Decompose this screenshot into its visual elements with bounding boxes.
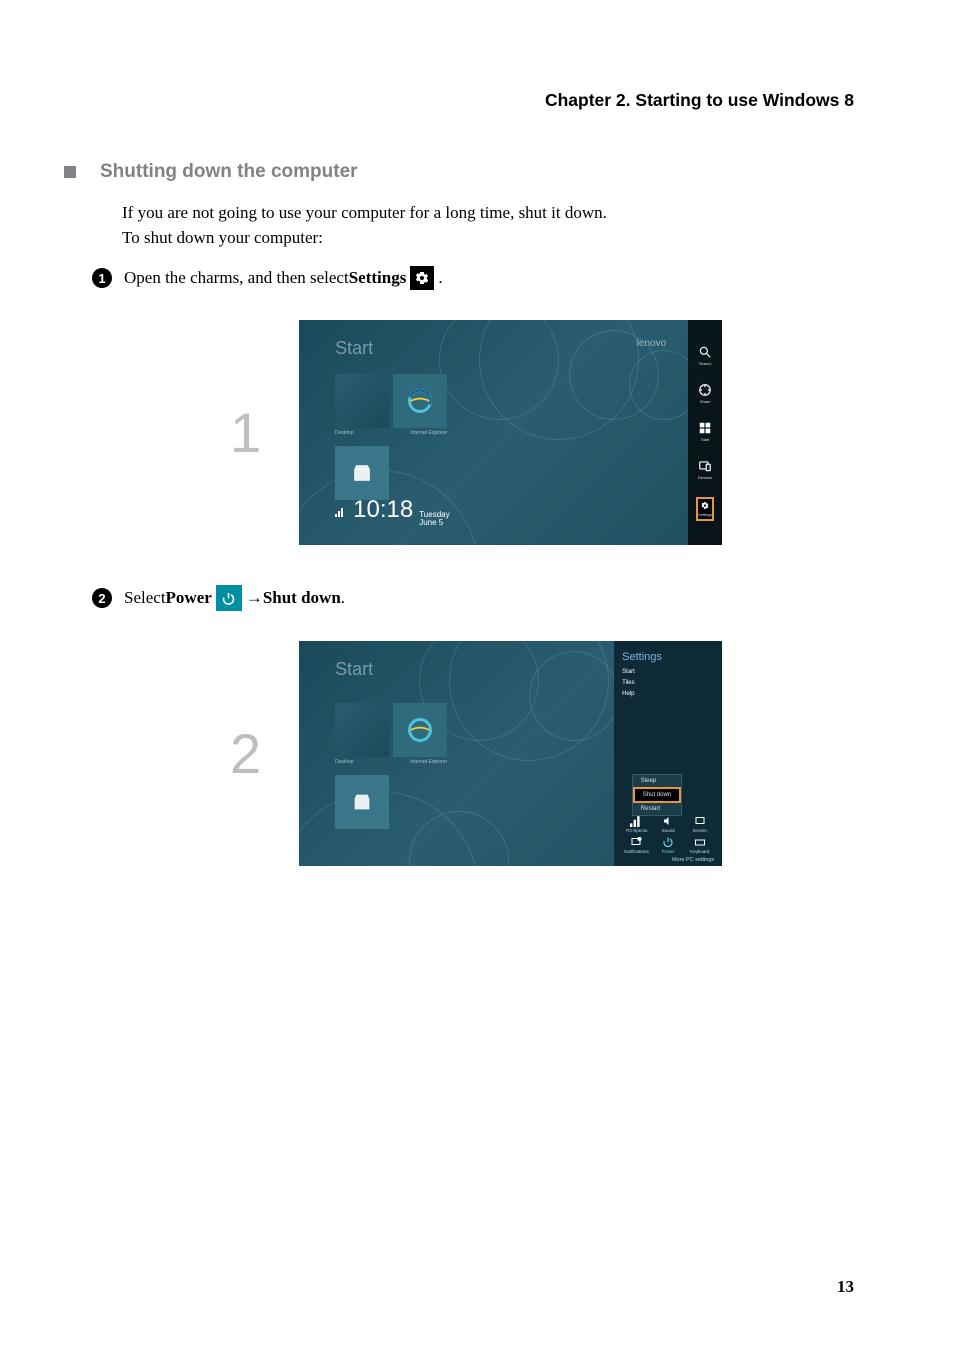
clock-overlay: 10:18 TuesdayJune 5	[335, 496, 449, 527]
chapter-header: Chapter 2. Starting to use Windows 8	[100, 90, 854, 111]
signal-icon	[335, 504, 345, 522]
tile-internet-explorer[interactable]	[393, 374, 447, 428]
screenshot-2: Start Desktop Internet Explorer Settings…	[299, 641, 722, 866]
intro-text: If you are not going to use your compute…	[122, 201, 854, 250]
brand-label: lenovo	[637, 338, 666, 349]
step-2-suffix: .	[341, 588, 345, 608]
tile-desktop-2[interactable]	[335, 703, 389, 757]
charm-devices[interactable]: Devices	[696, 459, 714, 483]
power-menu-restart[interactable]: Restart	[633, 803, 681, 815]
tile-label-row: Desktop Internet Explorer	[335, 430, 447, 436]
figure-1-badge: 1	[230, 400, 261, 465]
settings-link-help[interactable]: Help	[622, 691, 714, 697]
settings-link-tiles[interactable]: Tiles	[622, 680, 714, 686]
power-menu-shutdown-highlighted[interactable]: Shut down	[633, 787, 681, 803]
settings-power[interactable]: Power	[654, 836, 683, 854]
settings-notifications[interactable]: Notifications	[622, 836, 651, 854]
inline-power-icon	[216, 585, 242, 611]
charm-start[interactable]: Start	[696, 421, 714, 445]
screenshot-1: Start lenovo Desktop Internet Explorer 1…	[299, 320, 722, 545]
section-heading-row: Shutting down the computer	[100, 161, 854, 183]
settings-sound[interactable]: Sound	[654, 815, 683, 833]
section-title: Shutting down the computer	[100, 161, 358, 183]
step-2-arrow: →	[246, 588, 263, 608]
start-label: Start	[335, 338, 373, 359]
square-bullet-icon	[64, 166, 76, 178]
figure-1-row: 1 Start lenovo Desktop Internet Explorer…	[230, 320, 854, 545]
page-number: 13	[837, 1277, 854, 1297]
settings-screen[interactable]: Screen	[685, 815, 714, 833]
settings-link-start[interactable]: Start	[622, 669, 714, 675]
step-2-shutdown-word: Shut down	[263, 588, 341, 608]
charm-settings-highlighted[interactable]: Settings	[696, 497, 714, 521]
settings-keyboard[interactable]: Keyboard	[685, 836, 714, 854]
tile-store[interactable]	[335, 446, 389, 500]
settings-pane: Settings Start Tiles Help TO-Spectu Soun…	[614, 641, 722, 866]
tile-label-row-2: Desktop Internet Explorer	[335, 759, 447, 765]
power-popup-menu: Sleep Shut down Restart	[632, 774, 682, 816]
charm-share[interactable]: Share	[696, 383, 714, 407]
settings-pane-title: Settings	[622, 651, 714, 663]
tile-desktop[interactable]	[335, 374, 389, 428]
inline-settings-icon	[410, 266, 434, 290]
settings-bottom-grid: TO-Spectu Sound Screen Notifications Pow…	[622, 815, 714, 854]
change-pc-settings-link[interactable]: More PC settings	[672, 857, 714, 863]
clock-date: TuesdayJune 5	[419, 511, 449, 527]
step-1-line: 1 Open the charms, and then select Setti…	[92, 266, 854, 290]
settings-network[interactable]: TO-Spectu	[622, 815, 651, 833]
step-number-1: 1	[92, 268, 112, 288]
tile-internet-explorer-2[interactable]	[393, 703, 447, 757]
step-1-settings-word: Settings	[349, 268, 407, 288]
step-number-2: 2	[92, 588, 112, 608]
step-2-text-prefix: Select	[124, 588, 166, 608]
clock-time: 10:18	[353, 496, 413, 524]
start-label-2: Start	[335, 659, 373, 680]
step-1-text-suffix: .	[438, 268, 442, 288]
charm-search[interactable]: Search	[696, 345, 714, 369]
figure-2-badge: 2	[230, 721, 261, 786]
step-2-power-word: Power	[166, 588, 212, 608]
tile-store-2[interactable]	[335, 775, 389, 829]
figure-2-row: 2 Start Desktop Internet Explorer Settin…	[230, 641, 854, 866]
step-2-line: 2 Select Power → Shut down .	[92, 585, 854, 611]
power-menu-sleep[interactable]: Sleep	[633, 775, 681, 787]
charms-bar: Search Share Start Devices Settings	[688, 320, 722, 545]
step-1-text-prefix: Open the charms, and then select	[124, 268, 349, 288]
